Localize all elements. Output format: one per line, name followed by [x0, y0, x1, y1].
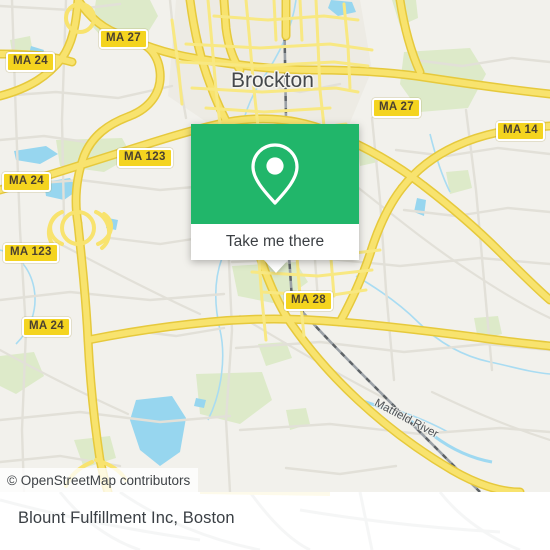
highway-shield-ma27-a[interactable]: MA 27: [99, 29, 148, 49]
map-pin-icon: [251, 143, 299, 205]
popup-pointer: [263, 259, 289, 273]
map-canvas[interactable]: MA 24 MA 27 MA 27 MA 14 MA 123 MA 24 MA …: [0, 0, 550, 492]
highway-shield-ma24-a[interactable]: MA 24: [6, 52, 55, 72]
popup-header: [191, 124, 359, 224]
highway-shield-ma24-b[interactable]: MA 24: [2, 172, 51, 192]
location-title: Blount Fulfillment Inc, Boston: [18, 509, 235, 527]
highway-shield-ma28[interactable]: MA 28: [284, 291, 333, 311]
location-popup-card[interactable]: Take me there: [191, 124, 359, 260]
osm-attribution-text: © OpenStreetMap contributors: [7, 472, 191, 488]
city-label-brockton: Brockton: [231, 69, 314, 92]
osm-attribution[interactable]: © OpenStreetMap contributors: [0, 468, 199, 492]
highway-shield-ma123-a[interactable]: MA 123: [117, 148, 173, 168]
popup-action-button[interactable]: Take me there: [191, 224, 359, 260]
popup-action-label: Take me there: [225, 233, 325, 250]
highway-shield-ma123-b[interactable]: MA 123: [3, 243, 59, 263]
highway-shield-ma24-c[interactable]: MA 24: [22, 317, 71, 337]
highway-shield-ma27-b[interactable]: MA 27: [372, 98, 421, 118]
highway-shield-ma14[interactable]: MA 14: [496, 121, 545, 141]
map-page: MA 24 MA 27 MA 27 MA 14 MA 123 MA 24 MA …: [0, 0, 550, 550]
